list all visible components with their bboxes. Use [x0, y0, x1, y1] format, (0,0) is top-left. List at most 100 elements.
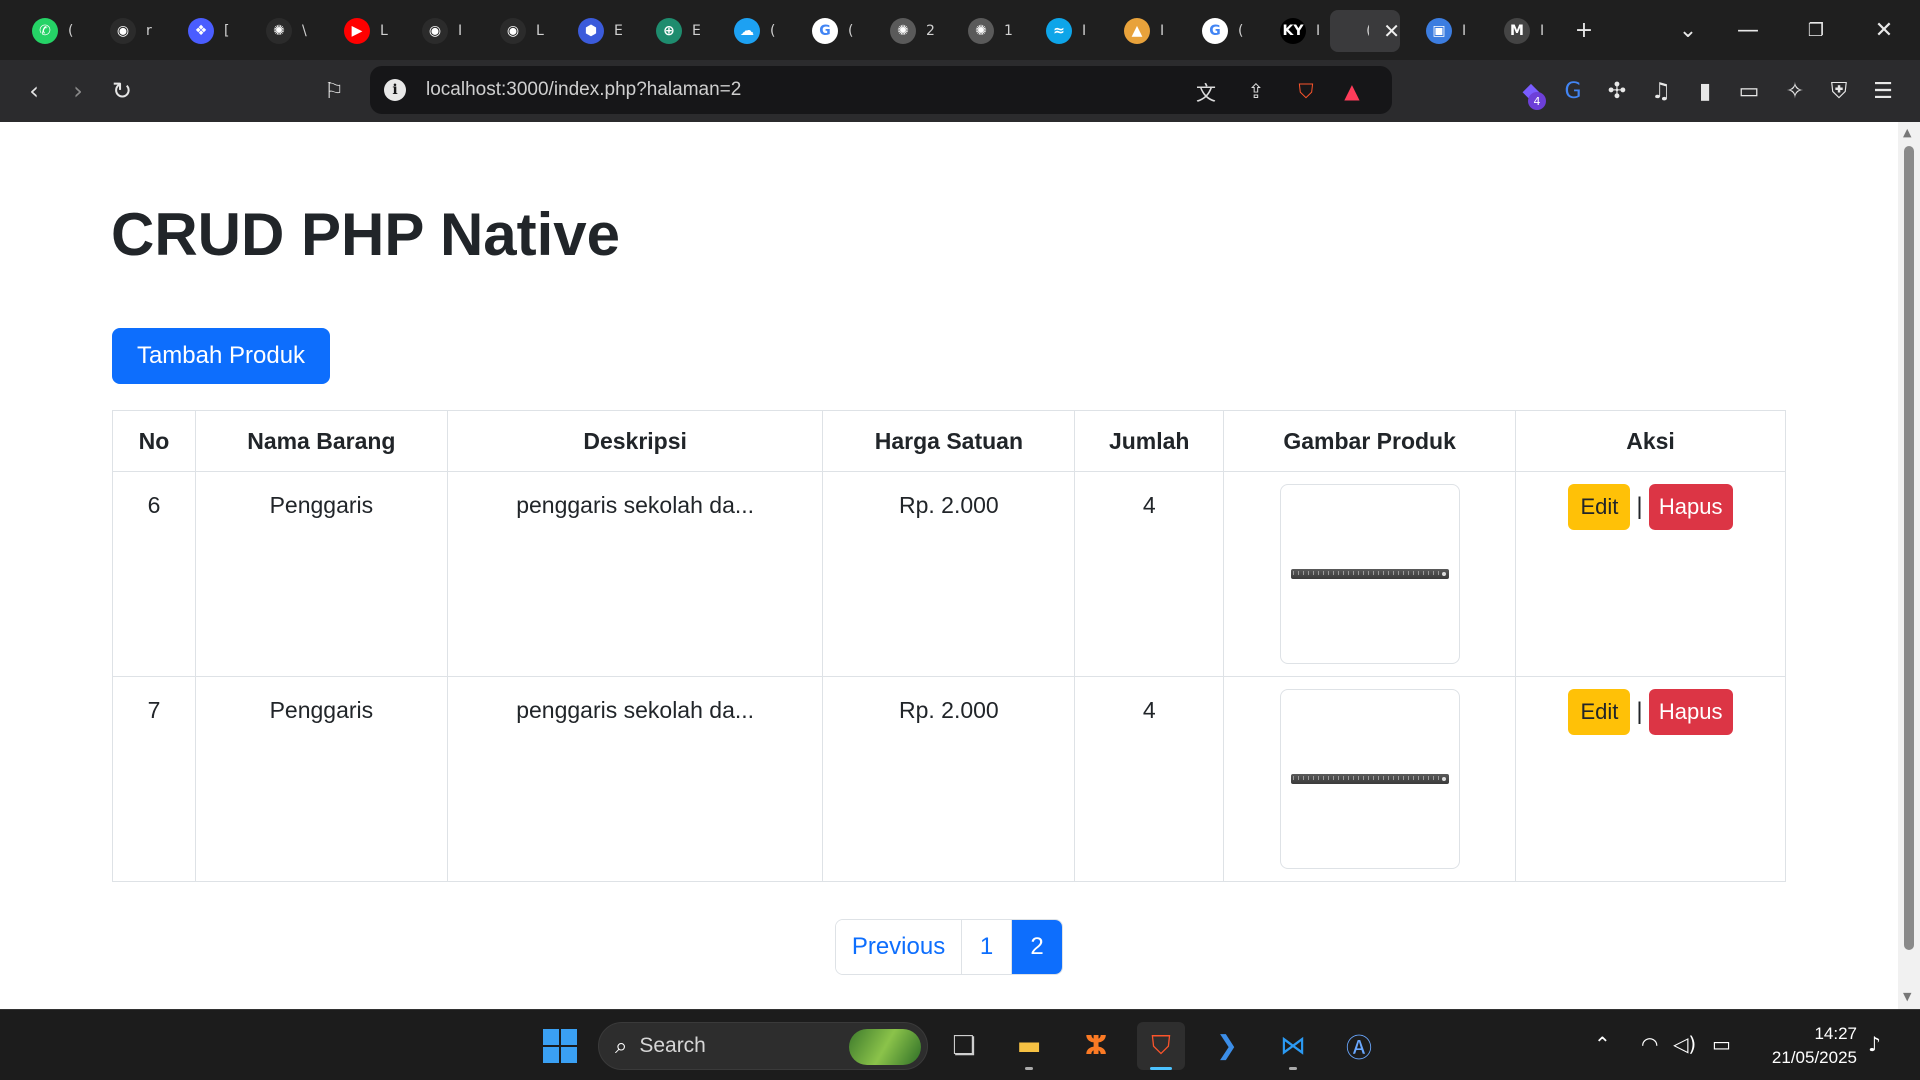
- media-music-icon[interactable]: ♫: [1644, 74, 1678, 108]
- translate-icon[interactable]: 文: [1190, 76, 1222, 106]
- pagination: Previous 1 2: [835, 919, 1063, 975]
- browser-tab[interactable]: KY I: [1264, 10, 1336, 52]
- tab-title: [: [224, 23, 230, 39]
- edit-button[interactable]: Edit: [1568, 484, 1631, 530]
- pagination-page-1[interactable]: 1: [962, 920, 1012, 974]
- taskbar-search[interactable]: ⌕ Search: [598, 1022, 928, 1070]
- tab-search-chevron-icon[interactable]: ⌄: [1668, 12, 1708, 48]
- product-thumbnail: [1279, 689, 1460, 869]
- menu-icon[interactable]: ☰: [1866, 74, 1900, 108]
- delete-button[interactable]: Hapus: [1648, 484, 1733, 530]
- google-icon: G: [812, 18, 838, 44]
- minimize-button[interactable]: —: [1728, 12, 1768, 48]
- xampp-icon[interactable]: ⵣ: [1072, 1022, 1120, 1070]
- cell-aksi: Edit | Hapus: [1515, 471, 1786, 677]
- address-bar[interactable]: i localhost:3000/index.php?halaman=2 文 ⇪…: [370, 66, 1392, 114]
- bookmark-icon[interactable]: ⚐: [314, 72, 354, 110]
- browser-tab[interactable]: ✺ 2: [874, 10, 946, 52]
- battery-icon[interactable]: ▭: [1712, 1032, 1731, 1056]
- ruler-ticks: [1292, 776, 1443, 780]
- blank-icon: [1346, 18, 1357, 44]
- google-translate-icon[interactable]: G: [1556, 74, 1590, 108]
- tab-title: I: [1082, 23, 1087, 39]
- url-text[interactable]: localhost:3000/index.php?halaman=2: [426, 79, 741, 101]
- scrollbar-thumb[interactable]: [1904, 146, 1914, 950]
- extension-badge: 4: [1528, 92, 1546, 110]
- cell-deskripsi: penggaris sekolah da...: [446, 471, 824, 677]
- delete-button[interactable]: Hapus: [1648, 689, 1733, 735]
- wifi-icon[interactable]: ◠: [1641, 1032, 1658, 1056]
- file-explorer-icon[interactable]: ▬: [1005, 1022, 1053, 1070]
- reload-button[interactable]: ↻: [102, 72, 142, 110]
- browser-tab[interactable]: ▶ L: [328, 10, 400, 52]
- task-view-icon[interactable]: ❏: [940, 1022, 988, 1070]
- browser-tab[interactable]: ☁(: [718, 10, 790, 52]
- forward-button[interactable]: ›: [58, 72, 98, 110]
- back-button[interactable]: ‹: [14, 72, 54, 110]
- tab-title: I: [1540, 23, 1545, 39]
- header-jumlah: Jumlah: [1074, 410, 1225, 472]
- browser-tab[interactable]: ◉ L: [484, 10, 556, 52]
- volume-icon[interactable]: ◁): [1673, 1032, 1696, 1056]
- tab-title: (: [68, 23, 74, 39]
- brave-rewards-icon[interactable]: ▲: [1336, 76, 1368, 106]
- scroll-up-arrow-icon[interactable]: ▲: [1903, 126, 1911, 139]
- page-scrollbar[interactable]: ▲ ▼: [1898, 122, 1920, 1009]
- browser-tab[interactable]: ▲ I: [1108, 10, 1180, 52]
- browser-tab[interactable]: ◉ r: [94, 10, 166, 52]
- leo-ai-icon[interactable]: ✧: [1778, 74, 1812, 108]
- clock-time: 14:27: [1814, 1024, 1857, 1043]
- tab-title: r: [146, 23, 152, 39]
- browser-tab[interactable]: G(: [796, 10, 868, 52]
- page-viewport: CRUD PHP Native Tambah Produk No Nama Ba…: [0, 122, 1898, 1009]
- browser-tab[interactable]: ❖[: [172, 10, 244, 52]
- brave-shields-icon[interactable]: ⛉: [1290, 76, 1322, 106]
- ruler-ticks: [1292, 571, 1443, 575]
- new-tab-button[interactable]: +: [1564, 12, 1604, 48]
- vpn-shield-icon[interactable]: ⛨: [1822, 74, 1856, 108]
- search-highlight-image: [849, 1029, 921, 1065]
- browser-tab[interactable]: ◉ I: [406, 10, 478, 52]
- browser-tab[interactable]: G(: [1186, 10, 1258, 52]
- edit-button[interactable]: Edit: [1568, 689, 1631, 735]
- browser-tab[interactable]: (✕: [1330, 10, 1400, 52]
- vscode-icon[interactable]: ⋈: [1269, 1022, 1317, 1070]
- cell-aksi: Edit | Hapus: [1515, 676, 1786, 882]
- add-product-button[interactable]: Tambah Produk: [112, 328, 330, 384]
- whatsapp-icon: ✆: [32, 18, 58, 44]
- close-tab-icon[interactable]: ✕: [1383, 19, 1400, 43]
- restore-button[interactable]: ❐: [1796, 12, 1836, 48]
- browser-tab[interactable]: ⊕ E: [640, 10, 712, 52]
- wallet-icon[interactable]: ▭: [1732, 74, 1766, 108]
- row-actions: Edit | Hapus: [1516, 484, 1785, 530]
- brave-browser-icon[interactable]: ⛉: [1137, 1022, 1185, 1070]
- browser-tab[interactable]: ≈ I: [1030, 10, 1102, 52]
- show-hidden-icons-chevron-icon[interactable]: ⌃: [1594, 1032, 1611, 1056]
- browser-tab[interactable]: ✺ \: [250, 10, 322, 52]
- browser-tab[interactable]: ⬢ E: [562, 10, 634, 52]
- share-icon[interactable]: ⇪: [1240, 76, 1272, 106]
- powershell-icon[interactable]: ❯: [1203, 1022, 1251, 1070]
- action-separator: |: [1636, 493, 1643, 520]
- site-info-icon[interactable]: i: [384, 79, 406, 101]
- tab-title: E: [614, 23, 622, 39]
- app-store-icon[interactable]: Ⓐ: [1335, 1022, 1383, 1070]
- close-window-button[interactable]: ✕: [1864, 12, 1904, 48]
- browser-tab[interactable]: ▣ I: [1410, 10, 1482, 52]
- table-row: 7 Penggaris penggaris sekolah da... Rp. …: [112, 676, 1786, 882]
- taskbar-clock[interactable]: 14:27 21/05/2025: [1755, 1022, 1857, 1070]
- scroll-down-arrow-icon[interactable]: ▼: [1903, 990, 1911, 1003]
- browser-tab[interactable]: ✺ 1: [952, 10, 1024, 52]
- pagination-previous[interactable]: Previous: [836, 920, 962, 974]
- extensions-puzzle-icon[interactable]: ✣: [1600, 74, 1634, 108]
- browser-tab[interactable]: MI: [1488, 10, 1560, 52]
- sidebar-icon[interactable]: ▮: [1688, 74, 1722, 108]
- browser-tab[interactable]: ✆(: [16, 10, 88, 52]
- m-app-icon: M: [1504, 18, 1530, 44]
- browser-toolbar: ‹ › ↻ ⚐ i localhost:3000/index.php?halam…: [0, 60, 1920, 122]
- notification-bell-icon[interactable]: ♪: [1868, 1032, 1881, 1056]
- pagination-page-2[interactable]: 2: [1012, 920, 1062, 974]
- start-button[interactable]: [536, 1022, 584, 1070]
- github-icon: ◉: [110, 18, 136, 44]
- search-icon: ⌕: [615, 1033, 628, 1059]
